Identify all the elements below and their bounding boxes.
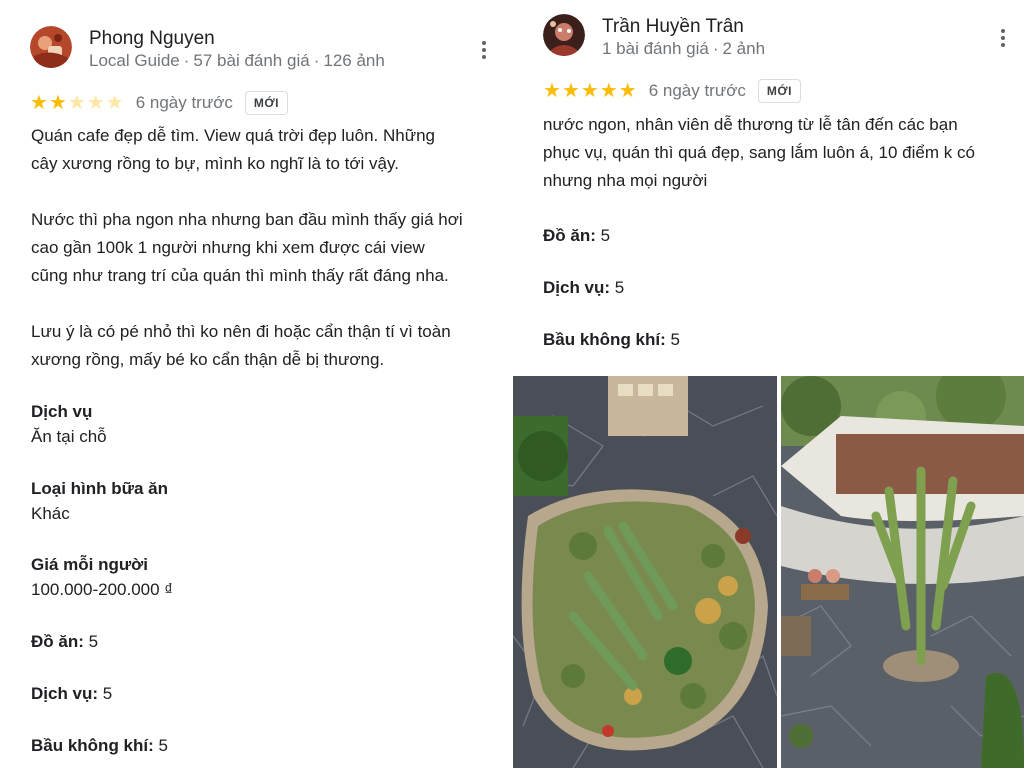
atmosphere-rating: Bầu không khí: 5 [31,736,168,756]
price-label: Giá mỗi người [31,555,148,574]
review-card-right: Trần Huyền Trân 1 bài đánh giá · 2 ảnh ★ ★ ★… [513,0,1024,768]
more-vert-icon[interactable] [993,26,1013,50]
star-icon: ★ [48,92,67,114]
photo-count: 126 ảnh [323,51,385,70]
star-icon: ★ [599,80,618,102]
service-rating-value: 5 [610,278,625,297]
price-value: 100.000-200.000 ₫ [31,580,174,599]
author-meta: Local Guide · 57 bài đánh giá · 126 ảnh [89,51,385,70]
food-label: Đồ ăn: [543,226,596,245]
atmosphere-value: 5 [665,330,680,349]
food-value: 5 [595,226,611,245]
food-rating: Đồ ăn: 5 [543,226,610,246]
star-icon: ★ [86,92,105,114]
food-rating: Đồ ăn: 5 [31,632,98,652]
star-icon: ★ [543,80,561,102]
service-rating-label: Dịch vụ: [543,278,611,297]
star-icon: ★ [105,92,124,114]
author-name[interactable]: Trần Huyền Trân [602,16,744,38]
review-time: 6 ngày trước [135,93,233,112]
meal-type-value: Khác [31,504,70,523]
service-label: Dịch vụ [31,402,93,421]
atmosphere-label: Bầu không khí: [31,736,154,755]
tall-cactus-terrace-photo[interactable] [781,376,1024,768]
new-badge: MỚI [244,91,288,115]
service-rating-label: Dịch vụ: [31,684,99,703]
photo-count: 2 ảnh [722,39,766,58]
star-icon: ★ [618,80,637,102]
service-value: Ăn tại chỗ [31,427,107,446]
service-rating: Dịch vụ: 5 [543,278,624,298]
cactus-garden-photo[interactable] [513,376,777,768]
review-count: 57 bài đánh giá [193,51,310,70]
local-guide-label: Local Guide [89,51,180,70]
star-rating: ★ ★ ★ ★ ★ [30,93,124,113]
atmosphere-label: Bầu không khí: [543,330,666,349]
review-card-left: Phong Nguyen Local Guide · 57 bài đánh giá… [0,0,507,768]
star-icon: ★ [30,92,48,114]
review-time: 6 ngày trước [648,81,746,100]
atmosphere-value: 5 [153,736,168,755]
star-icon: ★ [580,80,599,102]
rating-row: ★ ★ ★ ★ ★ 6 ngày trước MỚI [30,91,288,115]
rating-row: ★ ★ ★ ★ ★ 6 ngày trước MỚI [543,79,801,103]
service-rating-value: 5 [98,684,113,703]
author-meta: 1 bài đánh giá · 2 ảnh [602,39,766,58]
meal-type-label: Loại hình bữa ăn [31,479,168,498]
food-label: Đồ ăn: [31,632,84,651]
review-count: 1 bài đánh giá [602,39,709,58]
avatar[interactable] [543,14,585,56]
review-text: nước ngon, nhân viên dễ thương từ lễ tân… [543,115,975,190]
more-vert-icon[interactable] [474,38,494,62]
avatar[interactable] [30,26,72,68]
review-text: Quán cafe đẹp dễ tìm. View quá trời đẹp … [31,126,463,369]
star-rating: ★ ★ ★ ★ ★ [543,81,637,101]
service-rating: Dịch vụ: 5 [31,684,112,704]
new-badge: MỚI [757,79,801,103]
author-name[interactable]: Phong Nguyen [89,28,215,50]
star-icon: ★ [561,80,580,102]
food-value: 5 [83,632,99,651]
atmosphere-rating: Bầu không khí: 5 [543,330,680,350]
star-icon: ★ [67,92,86,114]
